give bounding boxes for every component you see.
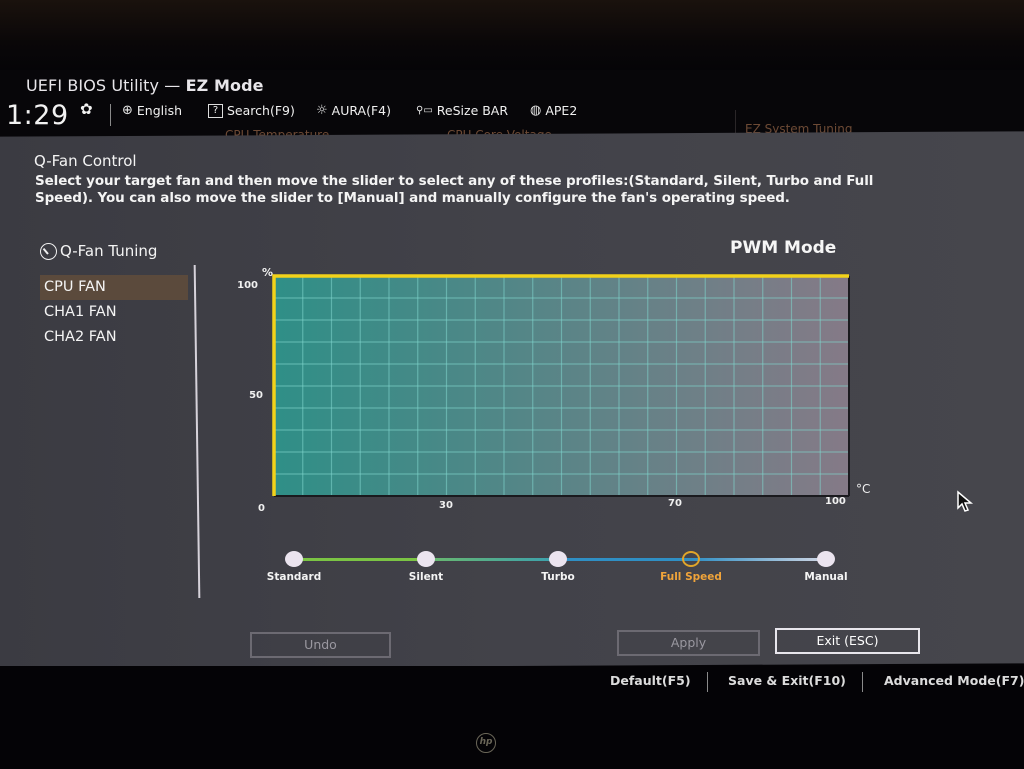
monitor-bezel [0, 0, 1024, 70]
divider [735, 110, 736, 135]
slider-track [559, 558, 692, 561]
x-tick-label: 0 [258, 503, 265, 514]
dialog-description: Select your target fan and then move the… [35, 173, 874, 206]
qfan-tuning-button[interactable]: Q-Fan Tuning [40, 242, 157, 260]
gear-icon[interactable]: ✿ [80, 100, 93, 118]
divider [707, 672, 708, 692]
mouse-cursor-icon [957, 490, 974, 512]
aura-light-icon: ☼ [316, 103, 328, 118]
aura-label: AURA(F4) [331, 103, 391, 118]
default-button[interactable]: Default(F5) [610, 673, 691, 688]
ape2-button[interactable]: ◍ APE2 [530, 103, 577, 118]
language-button[interactable]: ⊕ English [122, 103, 182, 118]
slider-track [692, 558, 825, 561]
profile-label-full-speed: Full Speed [660, 571, 722, 583]
profile-stop-full-speed[interactable] [682, 551, 700, 567]
save-exit-button[interactable]: Save & Exit(F10) [728, 673, 846, 688]
help-box-icon: ? [208, 103, 223, 118]
language-label: English [136, 103, 183, 118]
undo-button[interactable]: Undo [250, 632, 391, 658]
profile-label-turbo: Turbo [541, 571, 575, 583]
hp-logo-icon: hp [476, 733, 496, 753]
fan-item-cpu[interactable]: CPU FAN [40, 275, 188, 300]
apply-button[interactable]: Apply [617, 630, 760, 656]
fan-curve-chart[interactable] [270, 272, 855, 502]
app-title-prefix: UEFI BIOS Utility — [26, 76, 186, 95]
fan-item-cha2[interactable]: CHA2 FAN [40, 325, 188, 350]
x-axis-unit: °C [856, 482, 871, 496]
divider [862, 672, 863, 692]
profile-label-standard: Standard [266, 571, 322, 583]
profile-stop-manual[interactable] [817, 551, 835, 567]
slider-track [426, 558, 559, 561]
slider-track [293, 558, 426, 561]
search-button[interactable]: ? Search(F9) [208, 103, 295, 118]
fan-list: CPU FAN CHA1 FAN CHA2 FAN [40, 275, 188, 350]
profile-stop-standard[interactable] [285, 551, 303, 567]
search-label: Search(F9) [227, 103, 295, 118]
divider [110, 104, 111, 126]
gauge-icon [40, 242, 57, 260]
clock-time: 1:29 [6, 100, 69, 131]
dialog-title: Q-Fan Control [34, 152, 137, 170]
exit-button[interactable]: Exit (ESC) [775, 628, 920, 654]
fan-mode-label: PWM Mode [730, 238, 837, 258]
app-title: UEFI BIOS Utility — EZ Mode [26, 76, 264, 95]
qfan-tuning-label: Q-Fan Tuning [60, 242, 158, 260]
resize-bar-icon: ⚲▭ [416, 105, 433, 116]
profile-stop-silent[interactable] [417, 551, 435, 567]
fan-item-cha1[interactable]: CHA1 FAN [40, 300, 188, 325]
profile-stop-turbo[interactable] [549, 551, 567, 567]
profile-slider[interactable]: Standard Silent Turbo Full Speed Manual [262, 545, 862, 590]
ape2-label: APE2 [545, 103, 578, 118]
y-tick-label: 50 [249, 390, 263, 401]
cpu-ape-icon: ◍ [530, 103, 542, 118]
bottom-bar [0, 666, 1024, 769]
y-tick-label: 100 [237, 280, 258, 291]
globe-icon: ⊕ [122, 103, 133, 118]
resize-bar-button[interactable]: ⚲▭ ReSize BAR [416, 103, 508, 118]
profile-label-manual: Manual [804, 571, 848, 583]
app-mode: EZ Mode [185, 76, 264, 95]
profile-label-silent: Silent [408, 571, 444, 583]
resize-bar-label: ReSize BAR [436, 103, 509, 118]
advanced-mode-button[interactable]: Advanced Mode(F7) [884, 673, 1024, 688]
aura-button[interactable]: ☼ AURA(F4) [316, 103, 391, 118]
